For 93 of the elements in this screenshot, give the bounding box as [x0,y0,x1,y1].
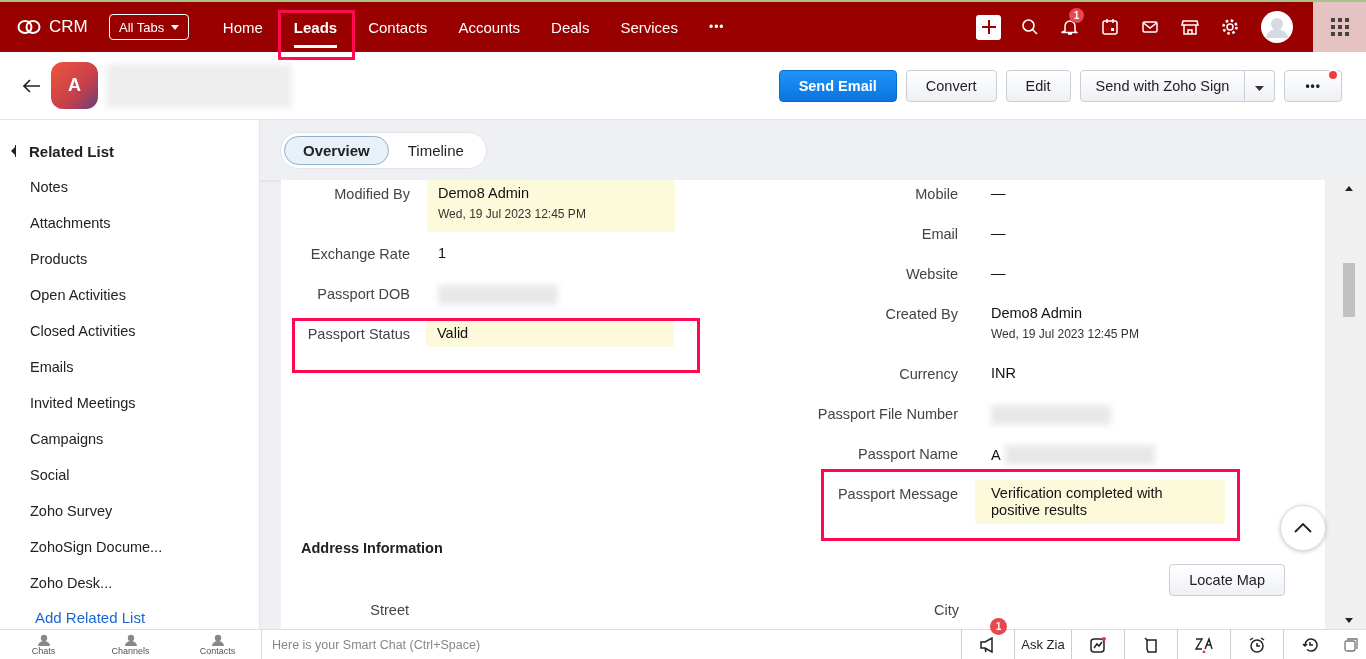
bell-icon[interactable] [1061,18,1079,36]
field-value: — [991,225,1006,242]
related-list-item[interactable]: Zoho Desk... [0,565,259,601]
related-list-item[interactable]: Attachments [0,205,259,241]
field-value: — [991,185,1006,202]
scroll-down-arrow-icon[interactable] [1344,618,1353,623]
field-value: 1 [438,245,447,262]
app-tab-label: Contacts [199,645,236,656]
action-button[interactable]: Convert [905,69,997,102]
field-value: Demo8 Admin [991,305,1083,322]
caret-icon [171,24,180,30]
collapse-icon[interactable] [10,145,16,157]
related-list-item[interactable]: Products [0,241,259,277]
apps-grid-button[interactable] [1313,2,1366,52]
scrollbar[interactable] [1331,180,1366,629]
view-tab[interactable]: Overview [284,135,389,165]
field-value: Verification completed with positive results [991,485,1164,519]
field-label: Email [920,225,958,244]
scrollbar-thumb[interactable] [1342,263,1355,317]
nav-tab[interactable]: Home [207,2,279,52]
timestamp: Wed, 19 Jul 2023 12:45 PM [991,327,1140,341]
back-arrow-icon[interactable] [23,78,41,93]
more-button[interactable]: ••• [1284,69,1342,102]
notification-badge: 1 [990,618,1007,635]
plus-icon [980,19,997,35]
timestamp: Wed, 19 Jul 2023 12:45 PM [438,207,587,221]
bottom-app-tab[interactable]: Contacts [174,630,261,659]
related-list-item[interactable]: Zoho Survey [0,493,259,529]
person-icon [35,633,52,646]
calendar-icon[interactable] [1101,18,1119,36]
field-label: Passport Status [306,325,410,344]
field-label: Exchange Rate [309,245,410,264]
section-title: Address Information [301,540,444,556]
app-name: CRM [49,17,88,37]
field-value: Valid [437,325,469,342]
settings-icon[interactable] [1221,18,1239,36]
scroll-up-arrow-icon[interactable] [1344,186,1353,191]
field-value: Demo8 Admin [438,185,530,202]
related-list-item[interactable]: Emails [0,349,259,385]
field-label: Website [904,265,958,284]
add-button[interactable] [976,14,1001,40]
locate-map-button[interactable]: Locate Map [1169,564,1285,596]
view-tab[interactable]: Timeline [388,135,483,165]
app-tab-label: Chats [31,645,56,656]
search-icon[interactable] [1021,18,1039,36]
nav-tab[interactable]: Contacts [352,2,443,52]
nav-tab[interactable]: Services [604,2,694,52]
field-label: Currency [898,365,958,384]
field-value: — [991,265,1006,282]
nav-tab[interactable]: Leads [278,2,353,52]
person-icon [122,633,139,646]
mail-icon[interactable] [1141,18,1159,36]
related-list-item[interactable]: Closed Activities [0,313,259,349]
bottom-app-tab[interactable]: Chats [0,630,87,659]
related-list-item[interactable]: Invited Meetings [0,385,259,421]
user-avatar-icon[interactable] [1261,11,1293,43]
field-value: A [991,446,1001,464]
related-list-item[interactable]: Open Activities [0,277,259,313]
more-tabs-button[interactable]: ••• [693,2,741,52]
nav-tab[interactable]: Accounts [442,2,536,52]
field-value: INR [991,365,1016,382]
grid-icon [1330,18,1349,36]
field-label: Passport File Number [816,405,958,424]
field-label: Street [369,601,409,618]
notification-badge: 1 [1069,8,1084,23]
record-avatar: A [51,62,98,109]
field-label: Passport Message [836,485,958,504]
person-icon [209,633,226,646]
send-email-button[interactable]: Send Email [778,69,897,102]
related-list-item[interactable]: ZohoSign Docume... [0,529,259,565]
add-related-list-link[interactable]: Add Related List [0,605,259,629]
action-button[interactable]: Edit [1005,69,1071,102]
app-tab-label: Channels [111,645,150,656]
related-list-title: Related List [29,142,115,160]
action-button[interactable]: Send with Zoho Sign [1079,69,1246,102]
field-label: Passport Name [857,445,958,464]
field-label: Passport DOB [316,285,410,304]
field-label: Mobile [914,185,958,204]
field-label: Created By [884,305,958,324]
chevron-up-icon [1294,523,1312,533]
store-icon[interactable] [1181,18,1199,36]
related-list-item[interactable]: Campaigns [0,421,259,457]
caret-icon [1255,85,1265,91]
field-label: Modified By [333,185,410,204]
related-list-item[interactable]: Social [0,457,259,493]
ask-zia-button[interactable]: Ask Zia [1014,630,1071,659]
nav-tab[interactable]: Deals [535,2,605,52]
dropdown-button[interactable] [1245,69,1276,102]
bottom-app-tab[interactable]: Channels [87,630,174,659]
field-label: City [933,601,959,618]
related-list-item[interactable]: Notes [0,169,259,205]
all-tabs-dropdown[interactable]: All Tabs [109,14,190,40]
logo-icon [17,19,41,35]
